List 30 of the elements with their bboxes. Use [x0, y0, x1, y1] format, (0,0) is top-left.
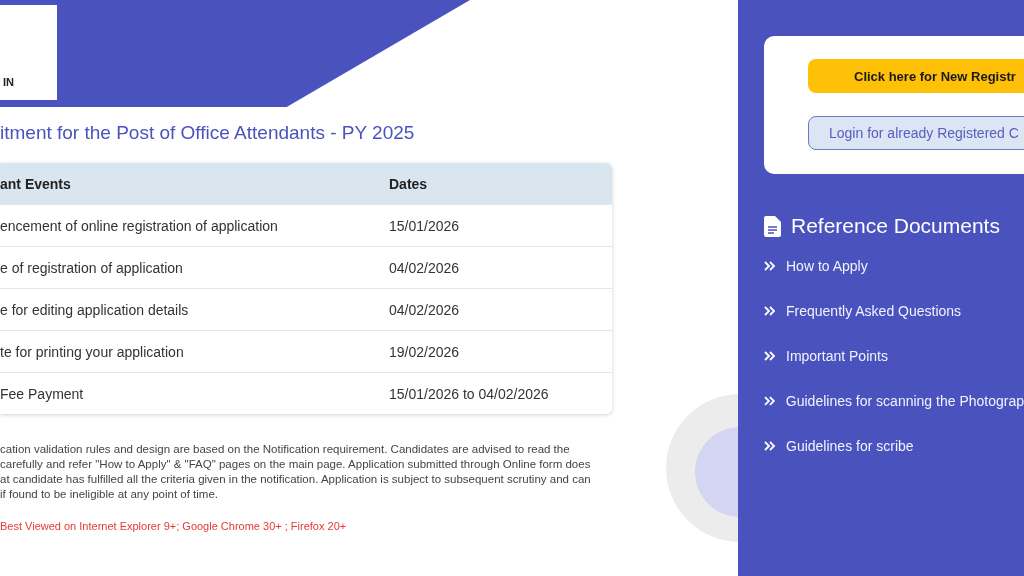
logo: IN: [0, 5, 57, 100]
login-button[interactable]: Login for already Registered C: [808, 116, 1024, 150]
document-link[interactable]: Guidelines for scanning the Photograp: [785, 393, 1024, 409]
table-cell: encement of online registration of application: [0, 217, 278, 234]
document-icon: [764, 215, 781, 237]
notice-paragraph: cation validation rules and design are based on the Notification requirement. Candidates are advised to read the carefully and refer "How to Apply" & "FAQ" pages on the main page. Application submitted through Online form does at candidate has fulfilled all the criteria given in the notification. Application is subject to subsequent scrutiny and can if found to be ineligible at any point of time.: [0, 442, 591, 502]
table-cell: 19/02/2026: [389, 343, 460, 360]
section-heading: Reference Documents: [791, 214, 1000, 238]
table-cell: Fee Payment: [0, 385, 84, 402]
chevron-icon: [764, 306, 776, 316]
table-cell: e for editing application details: [0, 301, 189, 318]
chevron-icon: [764, 441, 776, 451]
document-link[interactable]: Important Points: [786, 348, 888, 364]
document-link[interactable]: Frequently Asked Questions: [786, 303, 962, 319]
table-cell: 04/02/2026: [389, 301, 460, 318]
page-title: itment for the Post of Office Attendants - PY 2025: [0, 121, 416, 145]
column-header: ant Events: [0, 175, 71, 192]
table-cell: 15/01/2026 to 04/02/2026: [389, 385, 549, 402]
new-registration-button[interactable]: Click here for New Registr: [808, 59, 1024, 93]
chevron-icon: [764, 351, 776, 361]
table-cell: e of registration of application: [0, 259, 183, 276]
chevron-icon: [764, 261, 776, 271]
table-cell: 04/02/2026: [389, 259, 460, 276]
browser-note: Best Viewed on Internet Explorer 9+; Google Chrome 30+ ; Firefox 20+: [0, 520, 347, 532]
chevron-icon: [764, 396, 776, 406]
document-link[interactable]: How to Apply: [786, 258, 868, 274]
document-link[interactable]: Guidelines for scribe: [786, 438, 914, 454]
table-cell: 15/01/2026: [389, 217, 460, 234]
table-cell: te for printing your application: [0, 343, 184, 360]
column-header: Dates: [389, 175, 428, 192]
